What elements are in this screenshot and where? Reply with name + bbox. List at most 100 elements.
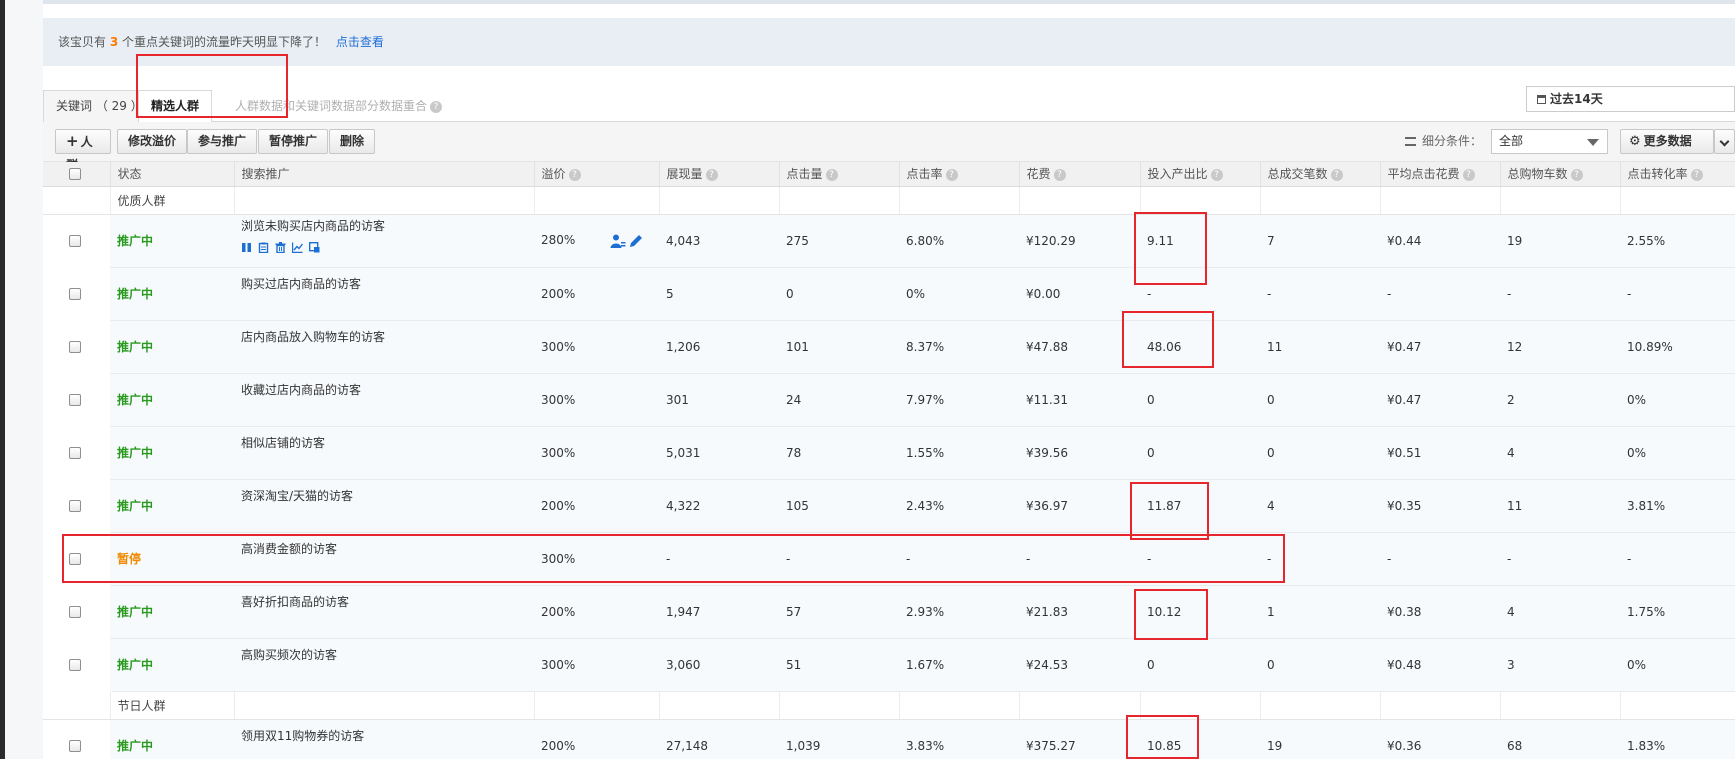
col-clicks[interactable]: 点击量? xyxy=(778,162,899,187)
row-checkbox[interactable] xyxy=(69,341,81,353)
help-icon[interactable]: ? xyxy=(1330,168,1343,181)
table-row[interactable]: 推广中 收藏过店内商品的访客 300% 301 24 7.97% ¥11.31 0 0 ¥0.47… xyxy=(43,373,1735,427)
table-row[interactable]: 推广中 相似店铺的访客 300% 5,031 78 1.55% ¥39.56 0 0 ¥0.51 4… xyxy=(43,426,1735,480)
cell-premium: 300% xyxy=(534,426,659,480)
add-audience-button[interactable]: +人群 xyxy=(55,129,111,172)
cell-carts: 2 xyxy=(1500,373,1620,427)
help-icon[interactable]: ? xyxy=(1053,168,1066,181)
col-cost[interactable]: 花费? xyxy=(1018,162,1140,187)
premium-value: 300% xyxy=(541,551,576,566)
cell-cpc: ¥0.38 xyxy=(1380,585,1500,639)
col-premium[interactable]: 溢价? xyxy=(533,162,659,187)
cell-orders: 0 xyxy=(1260,638,1380,692)
status-label: 暂停 xyxy=(117,552,142,566)
group-empty-cell xyxy=(1139,186,1260,215)
table-row[interactable]: 推广中 领用双11购物券的访客 200% 27,148 1,039 3.83% ¥375.2… xyxy=(43,719,1735,759)
user-settings-icon[interactable] xyxy=(610,233,626,249)
row-checkbox[interactable] xyxy=(69,740,81,752)
table-row[interactable]: 推广中 购买过店内商品的访客 200% 5 0 0% ¥0.00 - - - - - xyxy=(43,267,1735,321)
col-impressions[interactable]: 展现量? xyxy=(658,162,779,187)
row-checkbox[interactable] xyxy=(69,394,81,406)
clicks-value: 57 xyxy=(786,604,802,619)
cell-impressions: 1,947 xyxy=(659,585,779,639)
date-range-button[interactable]: 过去14天 xyxy=(1526,86,1735,112)
premium-value: 300% xyxy=(541,657,576,672)
export-icon[interactable] xyxy=(309,242,320,253)
col-cvr[interactable]: 点击转化率? xyxy=(1619,162,1735,187)
clicks-value: 275 xyxy=(786,233,809,248)
col-cpc[interactable]: 平均点击花费? xyxy=(1379,162,1500,187)
col-roi[interactable]: 投入产出比? xyxy=(1139,162,1260,187)
help-icon[interactable]: ? xyxy=(945,168,958,181)
help-icon[interactable]: ? xyxy=(1570,168,1583,181)
cell-impressions: 4,322 xyxy=(659,479,779,533)
status-cell: 推广中 xyxy=(110,638,234,692)
cell-roi: 48.06 xyxy=(1140,320,1260,374)
help-icon[interactable]: ? xyxy=(825,168,838,181)
more-data-button[interactable]: ⚙ 更多数据 xyxy=(1620,129,1714,154)
audience-name-cell: 喜好折扣商品的访客 xyxy=(234,585,534,639)
cell-cvr: 1.75% xyxy=(1620,585,1735,639)
col-clicks-label: 点击量 xyxy=(786,167,823,182)
col-ctr[interactable]: 点击率? xyxy=(898,162,1019,187)
row-checkbox-cell xyxy=(43,719,110,759)
orders-value: 11 xyxy=(1267,339,1283,354)
table-row[interactable]: 推广中 店内商品放入购物车的访客 300% 1,206 101 8.37% ¥47.88 48… xyxy=(43,320,1735,374)
cell-clicks: 51 xyxy=(779,638,899,692)
cell-roi: 0 xyxy=(1140,373,1260,427)
cell-premium: 200% xyxy=(534,267,659,321)
cell-roi: 10.85 xyxy=(1140,719,1260,759)
cell-ctr: 7.97% xyxy=(899,373,1019,427)
row-checkbox[interactable] xyxy=(69,447,81,459)
carts-value: 2 xyxy=(1507,392,1515,407)
table-row[interactable]: 推广中 资深淘宝/天猫的访客 200% 4,322 105 2.43% ¥36.97 11.8… xyxy=(43,479,1735,533)
pause-promo-button[interactable]: 暂停推广 xyxy=(258,129,329,154)
clipboard-icon[interactable] xyxy=(258,242,269,253)
tab-selected-audience[interactable]: 精选人群 xyxy=(138,90,213,124)
chevron-down-icon xyxy=(1587,139,1599,146)
table-row[interactable]: 暂停 高消费金额的访客 300% - - - - - - - - - xyxy=(43,532,1735,586)
cell-impressions: 5 xyxy=(659,267,779,321)
col-search: 搜索推广 xyxy=(233,162,534,187)
cpc-value: ¥0.38 xyxy=(1387,604,1422,619)
row-checkbox[interactable] xyxy=(69,235,81,247)
help-icon[interactable]: ? xyxy=(430,100,443,113)
orders-value: 0 xyxy=(1267,392,1275,407)
cell-cvr: - xyxy=(1620,267,1735,321)
col-carts[interactable]: 总购物车数? xyxy=(1499,162,1620,187)
help-icon[interactable]: ? xyxy=(1690,168,1703,181)
table-row[interactable]: 推广中 浏览未购买店内商品的访客 280% 4,043 275 6.80% ¥120.29 9… xyxy=(43,214,1735,268)
row-checkbox[interactable] xyxy=(69,553,81,565)
cell-clicks: - xyxy=(779,532,899,586)
filter-select[interactable]: 全部 xyxy=(1491,129,1608,154)
row-checkbox[interactable] xyxy=(69,606,81,618)
table-row[interactable]: 推广中 喜好折扣商品的访客 200% 1,947 57 2.93% ¥21.83 10.12 1… xyxy=(43,585,1735,639)
join-promo-button[interactable]: 参与推广 xyxy=(187,129,258,154)
trend-chart-icon[interactable] xyxy=(292,242,303,253)
help-icon[interactable]: ? xyxy=(568,168,581,181)
row-checkbox[interactable] xyxy=(69,500,81,512)
notice-view-link[interactable]: 点击查看 xyxy=(336,35,384,49)
help-icon[interactable]: ? xyxy=(1462,168,1475,181)
modify-premium-button[interactable]: 修改溢价 xyxy=(117,129,188,154)
cell-clicks: 101 xyxy=(779,320,899,374)
cpc-value: ¥0.48 xyxy=(1387,657,1422,672)
help-icon[interactable]: ? xyxy=(705,168,718,181)
group-title: 优质人群 xyxy=(109,186,234,215)
table-row[interactable]: 推广中 高购买频次的访客 300% 3,060 51 1.67% ¥24.53 0 0 ¥0.48… xyxy=(43,638,1735,692)
col-orders[interactable]: 总成交笔数? xyxy=(1259,162,1380,187)
edit-pencil-icon[interactable] xyxy=(628,233,644,249)
select-all-checkbox[interactable] xyxy=(69,168,81,181)
carts-value: - xyxy=(1507,551,1512,566)
ctr-value: 7.97% xyxy=(906,392,945,407)
trash-icon[interactable] xyxy=(275,242,286,253)
delete-button[interactable]: 删除 xyxy=(329,129,376,154)
group-empty-cell xyxy=(898,691,1019,720)
audience-name-cell: 领用双11购物券的访客 xyxy=(234,719,534,759)
row-checkbox[interactable] xyxy=(69,288,81,300)
pause-icon[interactable] xyxy=(241,242,252,253)
row-checkbox[interactable] xyxy=(69,659,81,671)
cell-premium: 200% xyxy=(534,585,659,639)
help-icon[interactable]: ? xyxy=(1210,168,1223,181)
more-data-dropdown[interactable] xyxy=(1714,129,1735,154)
